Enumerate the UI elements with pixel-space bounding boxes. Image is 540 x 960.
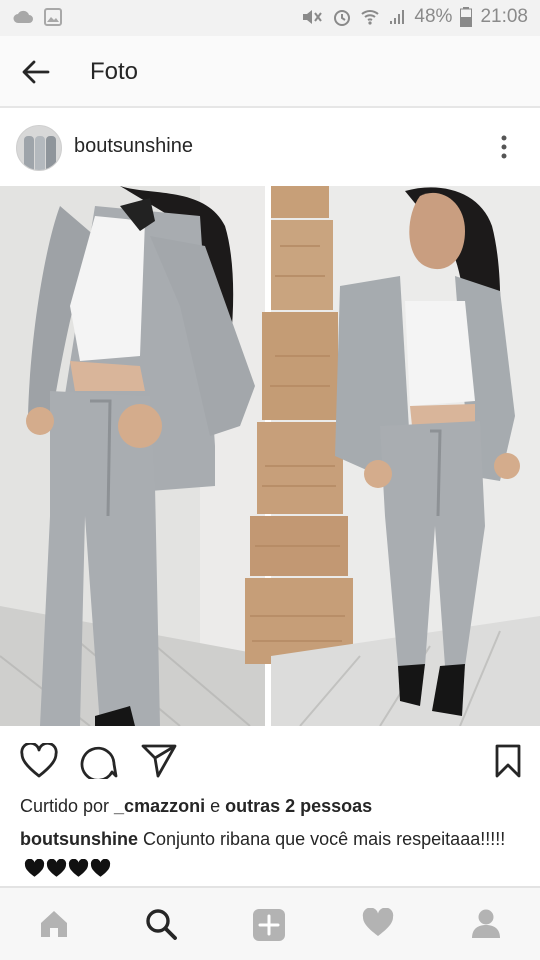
bookmark-icon[interactable] [494, 743, 522, 784]
comment-icon[interactable] [80, 743, 118, 784]
caption-text: Conjunto ribana que você mais respeitaaa… [138, 829, 506, 849]
app-bar: Foto [0, 36, 540, 108]
likes-line: Curtido por _cmazzoni e outras 2 pessoas [20, 796, 372, 817]
black-heart-emoji [68, 858, 89, 877]
black-hearts-emoji [24, 854, 112, 881]
likes-prefix: Curtido por [20, 796, 115, 816]
home-icon[interactable] [38, 908, 70, 945]
signal-icon [388, 8, 406, 26]
bottom-nav [0, 886, 540, 960]
share-icon[interactable] [140, 743, 178, 784]
search-icon[interactable] [145, 908, 177, 945]
post-header: boutsunshine [0, 108, 540, 186]
mute-icon [300, 7, 324, 27]
battery-percent: 48% [414, 6, 453, 27]
activity-heart-icon[interactable] [362, 907, 394, 943]
black-heart-emoji [24, 858, 45, 877]
liked-by-user[interactable]: _cmazzoni [114, 796, 205, 816]
post-caption: boutsunshine Conjunto ribana que você ma… [20, 826, 520, 881]
heart-icon[interactable] [20, 741, 58, 784]
status-bar: 48% 21:08 [0, 0, 540, 36]
page-title: Foto [90, 58, 139, 85]
cloud-icon [12, 9, 34, 25]
likes-middle: e [205, 796, 226, 816]
liked-by-others[interactable]: outras 2 pessoas [225, 796, 372, 816]
arrow-left-icon[interactable] [20, 58, 52, 86]
profile-icon[interactable] [470, 908, 502, 945]
image-icon [44, 8, 62, 26]
more-vertical-icon[interactable] [496, 134, 512, 162]
black-heart-emoji [90, 858, 111, 877]
post-actions [0, 726, 540, 796]
add-icon[interactable] [252, 908, 286, 947]
alarm-icon [332, 7, 352, 27]
clock: 21:08 [480, 6, 528, 27]
avatar[interactable] [16, 125, 62, 171]
wifi-icon [360, 8, 380, 26]
post-username[interactable]: boutsunshine [74, 135, 193, 158]
battery-icon [460, 7, 473, 27]
caption-username[interactable]: boutsunshine [20, 829, 138, 849]
black-heart-emoji [46, 858, 67, 877]
post-photo[interactable] [0, 186, 540, 726]
